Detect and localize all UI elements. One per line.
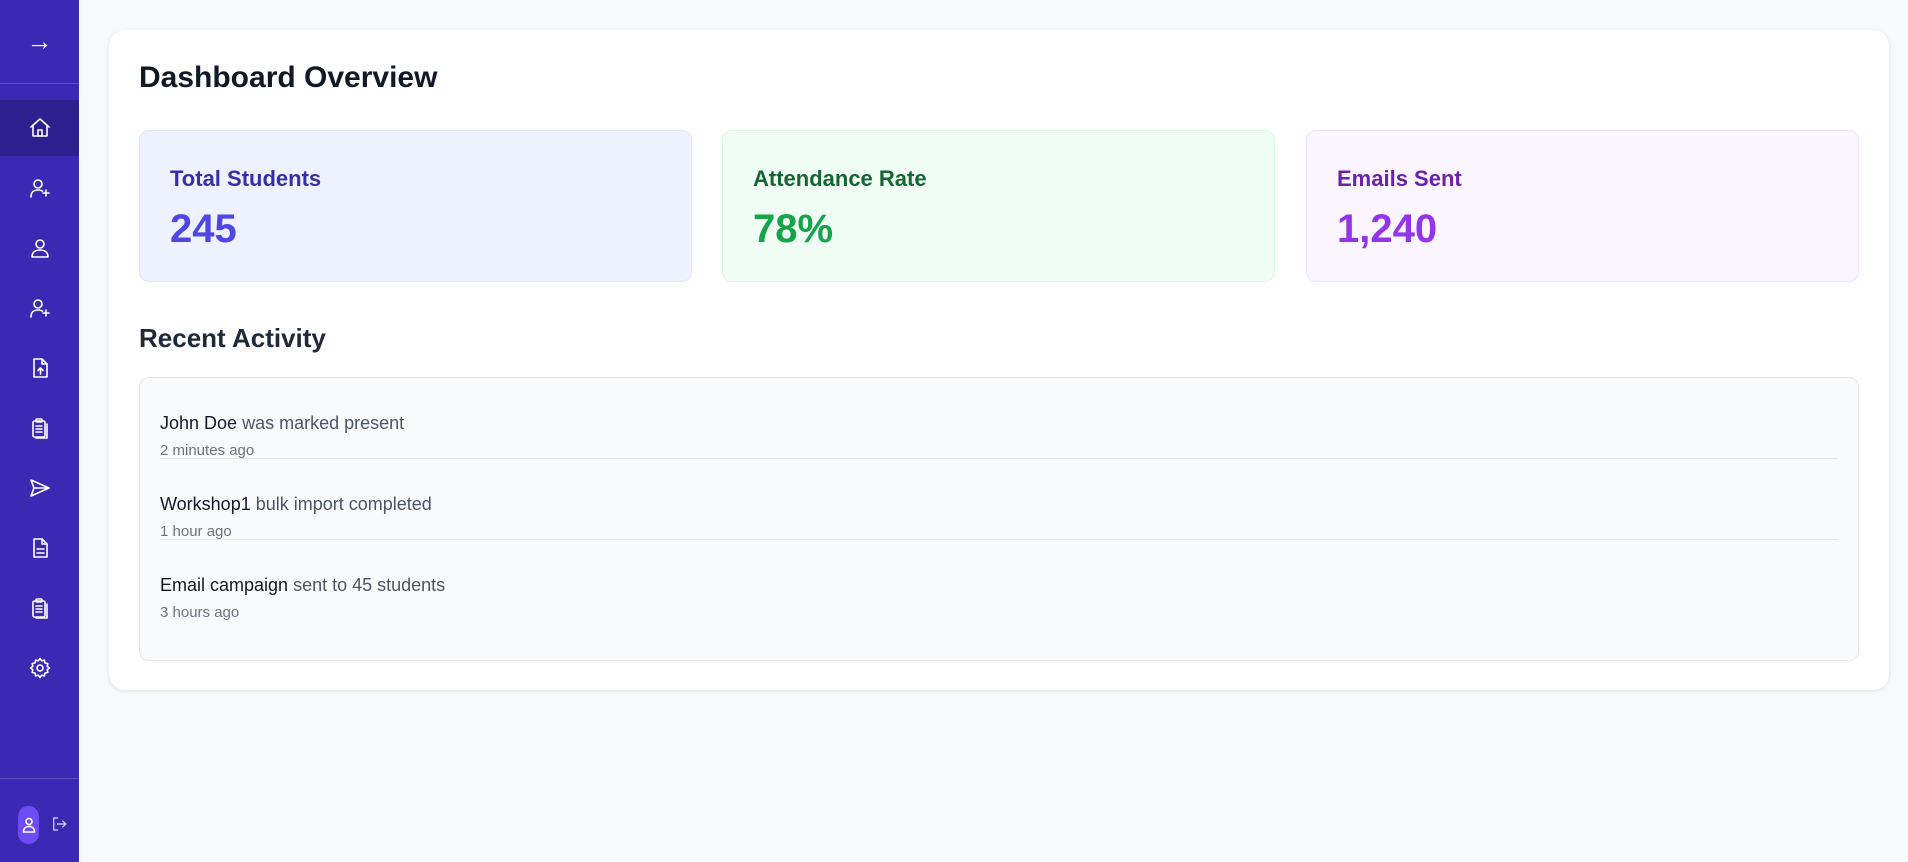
- activity-subject: John Doe: [160, 413, 238, 433]
- file-text-icon: [32, 538, 48, 558]
- stat-value: 78%: [753, 207, 834, 251]
- logout-icon: [53, 817, 67, 831]
- sidebar-item-register[interactable]: [0, 280, 79, 336]
- gear-icon: [29, 657, 50, 679]
- list-item: Email campaign sent to 45 students 3 hou…: [160, 540, 1838, 621]
- arrow-right-icon: →: [26, 26, 53, 56]
- stat-label: Attendance Rate: [753, 166, 927, 191]
- stat-value: 1,240: [1337, 207, 1438, 251]
- sidebar-item-settings[interactable]: [0, 640, 79, 696]
- user-plus-icon: [29, 299, 50, 318]
- file-upload-icon: [32, 358, 48, 378]
- sidebar-item-reports[interactable]: [0, 580, 79, 636]
- sidebar: →: [0, 0, 79, 862]
- stat-label: Emails Sent: [1337, 166, 1462, 191]
- clipboard-list-icon: [31, 418, 48, 439]
- clipboard-list-icon: [31, 598, 48, 619]
- activity-action: sent to 45 students: [288, 575, 446, 595]
- activity-time: 3 hours ago: [160, 604, 240, 621]
- avatar[interactable]: [18, 806, 39, 844]
- activity-subject: Workshop1: [160, 494, 251, 514]
- stat-label: Total Students: [170, 166, 322, 191]
- stat-value: 245: [170, 207, 237, 251]
- recent-activity-list: John Doe was marked present 2 minutes ag…: [139, 377, 1859, 661]
- sidebar-item-send[interactable]: [0, 460, 79, 516]
- activity-text: Email campaign sent to 45 students: [160, 575, 445, 596]
- user-icon: [30, 239, 49, 258]
- page-title: Dashboard Overview: [139, 61, 438, 94]
- user-plus-icon: [29, 179, 50, 198]
- activity-time: 1 hour ago: [160, 523, 232, 540]
- list-item: John Doe was marked present 2 minutes ag…: [160, 378, 1838, 459]
- sidebar-item-attendance[interactable]: [0, 400, 79, 456]
- stat-card-attendance-rate: Attendance Rate 78%: [722, 130, 1275, 282]
- stat-card-total-students: Total Students 245: [139, 130, 692, 282]
- activity-action: was marked present: [237, 413, 405, 433]
- activity-action: bulk import completed: [250, 494, 432, 514]
- activity-text: John Doe was marked present: [160, 413, 404, 434]
- sidebar-footer: [0, 778, 79, 862]
- user-icon: [22, 817, 35, 833]
- send-icon: [29, 479, 50, 497]
- activity-time: 2 minutes ago: [160, 442, 255, 459]
- home-icon: [29, 118, 50, 137]
- sidebar-item-upload[interactable]: [0, 340, 79, 396]
- sidebar-item-students[interactable]: [0, 220, 79, 276]
- sidebar-item-home[interactable]: [0, 100, 79, 156]
- sidebar-item-documents[interactable]: [0, 520, 79, 576]
- activity-text: Workshop1 bulk import completed: [160, 494, 432, 515]
- stat-card-emails-sent: Emails Sent 1,240: [1306, 130, 1859, 282]
- section-title-recent-activity: Recent Activity: [139, 323, 326, 353]
- logout-button[interactable]: [50, 815, 70, 835]
- sidebar-item-add-student[interactable]: [0, 160, 79, 216]
- activity-subject: Email campaign: [160, 575, 289, 595]
- list-item: Workshop1 bulk import completed 1 hour a…: [160, 459, 1838, 540]
- dashboard-card: Dashboard Overview Total Students 245 At…: [109, 30, 1889, 690]
- sidebar-toggle-button[interactable]: →: [0, 0, 79, 84]
